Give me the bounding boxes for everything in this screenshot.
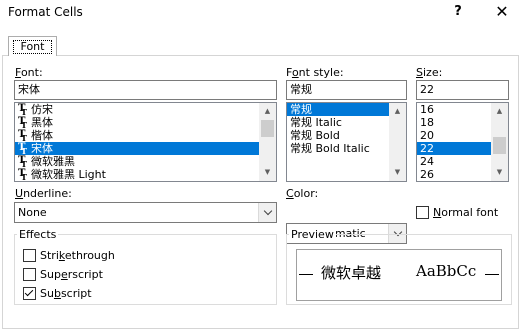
preview-box: 微软卓越 AaBbCc (296, 249, 502, 301)
font-style-scrollbar[interactable]: ▲ ▼ (389, 103, 406, 181)
size-scrollbar[interactable]: ▲ ▼ (491, 103, 508, 181)
dropdown-button[interactable] (258, 203, 276, 222)
scroll-thumb[interactable] (493, 137, 506, 154)
scroll-up-icon[interactable]: ▲ (491, 103, 508, 120)
font-input[interactable]: 宋体 (14, 80, 277, 100)
font-list-item[interactable]: TT 楷体 (15, 129, 276, 144)
baseline-right (485, 274, 499, 275)
scroll-up-icon[interactable]: ▲ (259, 103, 276, 120)
scroll-up-icon[interactable]: ▲ (389, 103, 406, 120)
strikethrough-checkbox[interactable]: Strikethrough (23, 248, 143, 263)
subscript-checkbox[interactable]: Subscript (23, 286, 143, 301)
close-icon: ✕ (495, 2, 509, 21)
help-button[interactable]: ? (448, 3, 468, 21)
subscript-label: Subscript (40, 287, 92, 300)
font-style-label: Font style: (286, 66, 344, 79)
superscript-checkbox[interactable]: Superscript (23, 267, 143, 282)
close-button[interactable]: ✕ (492, 3, 512, 21)
font-style-list[interactable]: 常规 常规 Italic 常规 Bold 常规 Bold Italic ▲ ▼ (286, 102, 407, 182)
chevron-down-icon (263, 206, 272, 216)
font-list-item[interactable]: TT 微软雅黑 Light (15, 168, 276, 181)
truetype-icon: TT (18, 103, 27, 118)
strikethrough-label: Strikethrough (40, 249, 115, 262)
help-icon: ? (454, 4, 462, 19)
font-list[interactable]: TT 仿宋 TT 黑体 TT 楷体 TT 宋体 TT 微软雅黑 TT 微软雅黑 … (14, 102, 277, 182)
preview-sample-latin: AaBbCc (416, 262, 477, 280)
checkbox-box[interactable] (416, 206, 429, 219)
underline-value: None (18, 206, 47, 219)
normal-font-checkbox[interactable]: Normal font (416, 205, 516, 220)
underline-select[interactable]: None (14, 202, 277, 223)
truetype-icon: TT (18, 168, 27, 182)
tab-font[interactable]: Font (8, 36, 57, 56)
truetype-icon: TT (18, 129, 27, 144)
scroll-down-icon[interactable]: ▼ (259, 164, 276, 181)
checkbox-box[interactable] (23, 249, 36, 262)
effects-title: Effects (17, 228, 59, 241)
checkbox-box[interactable] (23, 268, 36, 281)
scroll-thumb[interactable] (261, 120, 274, 137)
truetype-icon: TT (18, 155, 27, 170)
truetype-icon: TT (18, 142, 27, 157)
size-input[interactable]: 22 (416, 80, 509, 100)
normal-font-label: Normal font (433, 206, 499, 219)
font-style-item-selected[interactable]: 常规 (287, 103, 390, 116)
size-label: Size: (416, 66, 443, 79)
dialog-title: Format Cells (8, 5, 83, 19)
truetype-icon: TT (18, 116, 27, 131)
font-list-item[interactable]: TT 黑体 (15, 116, 276, 131)
scroll-down-icon[interactable]: ▼ (389, 164, 406, 181)
font-list-item[interactable]: TT 仿宋 (15, 103, 276, 118)
size-list[interactable]: 16 18 20 22 24 26 ▲ ▼ (416, 102, 509, 182)
size-item-selected[interactable]: 22 (417, 142, 492, 155)
preview-sample-cjk: 微软卓越 (321, 264, 382, 282)
scroll-down-icon[interactable]: ▼ (491, 164, 508, 181)
underline-label: Underline: (15, 187, 72, 200)
color-label: Color: (286, 187, 319, 200)
preview-title: Preview (289, 228, 336, 241)
checkbox-box[interactable] (23, 287, 36, 300)
font-label: Font: (15, 66, 43, 79)
checkmark-icon (24, 287, 34, 297)
font-list-item-selected[interactable]: TT 宋体 (15, 142, 276, 157)
baseline-left (299, 274, 313, 275)
font-scrollbar[interactable]: ▲ ▼ (259, 103, 276, 181)
focus-rect (13, 40, 52, 54)
font-style-input[interactable]: 常规 (286, 80, 407, 100)
superscript-label: Superscript (40, 268, 103, 281)
font-list-item[interactable]: TT 微软雅黑 (15, 155, 276, 170)
